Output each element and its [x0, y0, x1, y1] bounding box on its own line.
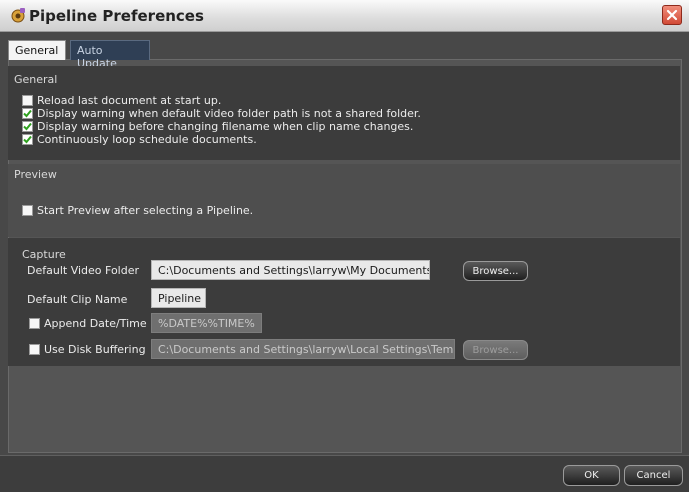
- option-label: Reload last document at start up.: [37, 94, 222, 107]
- capture-section-title: Capture: [22, 248, 66, 261]
- disk-buffer-path-input[interactable]: C:\Documents and Settings\larryw\Local S…: [151, 339, 455, 359]
- app-icon: [11, 8, 25, 23]
- option-label: Display warning when default video folde…: [37, 107, 421, 120]
- checkbox[interactable]: [22, 95, 33, 106]
- close-icon: [666, 9, 678, 21]
- checkbox[interactable]: [22, 134, 33, 145]
- checkmark-icon: [23, 109, 32, 118]
- checkbox[interactable]: [29, 318, 40, 329]
- preferences-window: Pipeline Preferences General Auto Update…: [0, 0, 689, 492]
- tab-auto-update[interactable]: Auto Update: [70, 40, 150, 70]
- checkbox[interactable]: [22, 108, 33, 119]
- option-warn-filename-change[interactable]: Display warning before changing filename…: [22, 120, 413, 133]
- tab-general[interactable]: General: [8, 40, 66, 60]
- video-folder-label: Default Video Folder: [27, 264, 139, 277]
- title-bar[interactable]: Pipeline Preferences: [0, 0, 689, 32]
- option-label: Continuously loop schedule documents.: [37, 133, 257, 146]
- option-reload-last-document[interactable]: Reload last document at start up.: [22, 94, 221, 107]
- checkmark-icon: [23, 135, 32, 144]
- disk-buffering-option[interactable]: Use Disk Buffering: [29, 343, 146, 356]
- append-date-time-option[interactable]: Append Date/Time: [29, 317, 147, 330]
- ok-button[interactable]: OK: [563, 465, 620, 486]
- checkmark-icon: [23, 122, 32, 131]
- preview-section-title: Preview: [14, 168, 57, 181]
- video-folder-input[interactable]: C:\Documents and Settings\larryw\My Docu…: [151, 260, 430, 280]
- capture-section: Capture Default Video Folder C:\Document…: [8, 238, 680, 366]
- checkbox[interactable]: [22, 205, 33, 216]
- option-label: Use Disk Buffering: [44, 343, 146, 356]
- option-label: Display warning before changing filename…: [37, 120, 414, 133]
- general-section: General Reload last document at start up…: [8, 66, 680, 160]
- clip-name-input[interactable]: Pipeline: [151, 288, 206, 308]
- window-title: Pipeline Preferences: [29, 7, 204, 25]
- option-start-preview[interactable]: Start Preview after selecting a Pipeline…: [22, 204, 253, 217]
- general-section-title: General: [14, 73, 58, 86]
- preview-section: Preview Start Preview after selecting a …: [8, 164, 680, 237]
- browse-video-folder-button[interactable]: Browse...: [463, 261, 528, 281]
- option-label: Append Date/Time: [44, 317, 147, 330]
- append-date-time-input[interactable]: %DATE%%TIME%: [151, 313, 262, 333]
- checkbox[interactable]: [22, 121, 33, 132]
- clip-name-label: Default Clip Name: [27, 293, 128, 306]
- option-warn-shared-folder[interactable]: Display warning when default video folde…: [22, 107, 421, 120]
- option-label: Start Preview after selecting a Pipeline…: [37, 204, 254, 217]
- cancel-button[interactable]: Cancel: [624, 465, 683, 486]
- browse-disk-buffer-button[interactable]: Browse...: [463, 340, 528, 360]
- option-loop-schedule[interactable]: Continuously loop schedule documents.: [22, 133, 257, 146]
- checkbox[interactable]: [29, 344, 40, 355]
- close-button[interactable]: [662, 5, 682, 25]
